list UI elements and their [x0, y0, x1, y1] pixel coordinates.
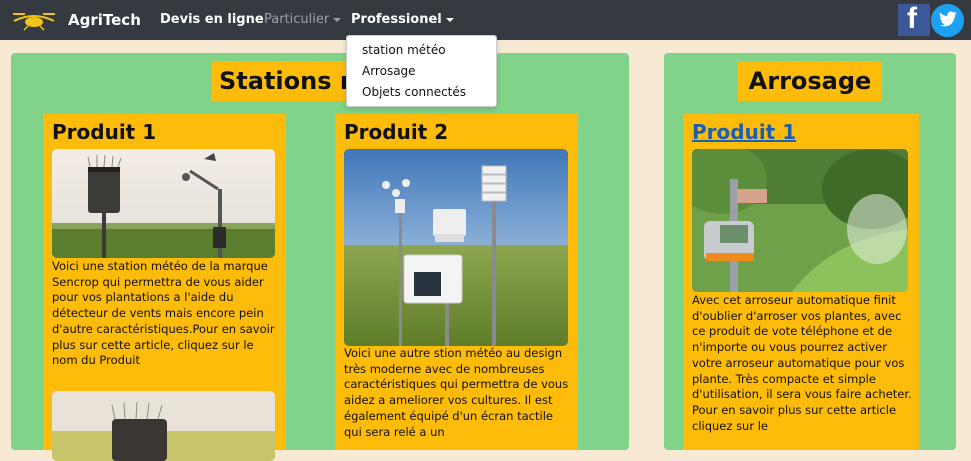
dropdown-item-arrosage[interactable]: Arrosage — [362, 64, 416, 78]
product-card-2: Produit 2 Voici une autre stion météo au… — [335, 114, 578, 450]
arroseur-automatique-photo — [692, 149, 908, 292]
nav-particulier[interactable]: Particulier — [264, 12, 342, 27]
station-meteo-tactile-photo — [344, 149, 568, 346]
arrosage-product-card-1: Produit 1 Avec cet arroseur automatique … — [683, 114, 919, 450]
professionel-dropdown-menu: station météo Arrosage Objets connectés — [346, 35, 497, 107]
nav-particulier-label: Particulier — [264, 12, 330, 27]
facebook-icon[interactable]: f — [898, 2, 930, 36]
arrosage-panel: Arrosage Produit 1 Avec cet arroseur aut… — [664, 53, 956, 450]
drone-logo-icon[interactable] — [10, 9, 58, 31]
station-image — [344, 149, 568, 346]
product-card-3 — [43, 383, 286, 461]
card-title[interactable]: Produit 2 — [344, 120, 448, 144]
nav-professionel-label: Professionel — [351, 12, 442, 27]
card-description: Voici une autre stion météo au design tr… — [344, 346, 569, 439]
brand-name[interactable]: AgriTech — [68, 11, 141, 29]
top-navbar: AgriTech Devis en ligne Particulier Prof… — [0, 0, 971, 40]
station-image — [52, 391, 275, 461]
station-meteo-photo-2 — [52, 391, 275, 461]
station-meteo-sencrop-photo — [52, 149, 275, 258]
stations-panel: Stations météo Produit 1 Voici une stati… — [11, 53, 629, 461]
nav-devis-en-ligne[interactable]: Devis en ligne — [160, 12, 264, 27]
nav-professionel[interactable]: Professionel — [351, 12, 454, 27]
card-title[interactable]: Produit 1 — [52, 120, 156, 144]
card-title-link[interactable]: Produit 1 — [692, 120, 796, 144]
twitter-icon[interactable] — [931, 4, 964, 37]
dropdown-item-objets-connectes[interactable]: Objets connectés — [362, 85, 466, 99]
arroseur-image — [692, 149, 908, 292]
arrosage-panel-title: Arrosage — [738, 61, 882, 101]
chevron-down-icon — [445, 17, 454, 22]
card-description: Voici une station météo de la marque Sen… — [52, 259, 275, 368]
station-image — [52, 149, 275, 258]
chevron-down-icon — [333, 17, 342, 22]
card-description: Avec cet arroseur automatique finit d'ou… — [692, 293, 912, 433]
dropdown-item-station-meteo[interactable]: station météo — [362, 43, 446, 57]
